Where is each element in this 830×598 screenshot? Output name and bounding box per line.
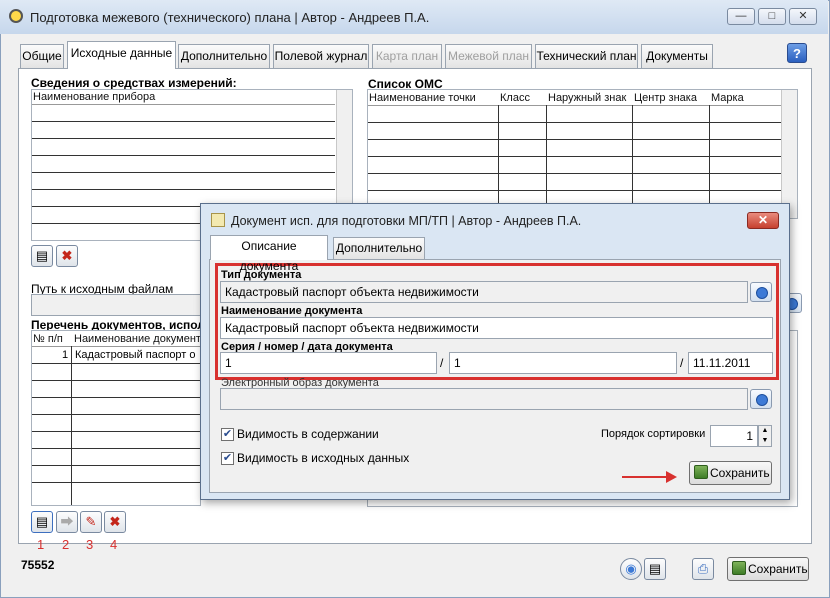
doc-type-field[interactable]: Кадастровый паспорт объекта недвижимости — [220, 281, 748, 303]
arrow-head — [666, 471, 677, 483]
edit-document-icon[interactable]: ✎ — [80, 511, 102, 533]
tab-general[interactable]: Общие — [20, 44, 64, 68]
date-field[interactable]: 11.11.2011 — [688, 352, 773, 374]
tab-dialog-additional[interactable]: Дополнительно — [333, 237, 425, 259]
dialog-close-button[interactable]: ✕ — [747, 212, 779, 229]
table-row-num[interactable]: 1 — [62, 349, 68, 361]
visible-source-label: Видимость в исходных данных — [237, 451, 410, 465]
annotation-number-4: 4 — [110, 537, 118, 552]
oms-scrollbar[interactable] — [781, 90, 797, 218]
doc-name-label: Наименование документа — [221, 305, 363, 317]
oms-col-point-name: Наименование точки — [369, 92, 476, 104]
report-icon[interactable]: ▤ — [644, 558, 666, 580]
dialog-save-button[interactable]: Сохранить — [689, 461, 772, 485]
window-title: Подготовка межевого (технического) плана… — [30, 10, 430, 25]
tab-source-data[interactable]: Исходные данные — [67, 41, 176, 69]
annotation-number-2: 2 — [62, 537, 70, 552]
doc-type-select-icon[interactable] — [750, 282, 772, 302]
visible-content-label: Видимость в содержании — [237, 427, 379, 441]
doc-list-col-name: Наименование документ — [74, 333, 201, 345]
source-path-field[interactable] — [31, 294, 201, 316]
tab-document-description[interactable]: Описание документа — [210, 235, 328, 273]
visible-content-checkbox[interactable]: ✔ — [221, 428, 234, 441]
save-icon — [732, 561, 746, 575]
arrow-line — [622, 476, 670, 478]
dialog-icon — [211, 213, 225, 227]
table-row-name[interactable]: Кадастровый паспорт о — [75, 349, 196, 361]
open-document-icon[interactable]: ⮕ — [56, 511, 78, 533]
delete-instrument-icon[interactable]: ✖ — [56, 245, 78, 267]
maximize-button[interactable]: □ — [758, 8, 786, 25]
save-button[interactable]: Сохранить — [727, 557, 809, 581]
add-instrument-icon[interactable]: ▤ — [31, 245, 53, 267]
sort-order-label: Порядок сортировки — [601, 428, 706, 440]
annotation-number-3: 3 — [86, 537, 94, 552]
doc-name-field[interactable]: Кадастровый паспорт объекта недвижимости — [220, 317, 773, 339]
sort-order-stepper[interactable]: ▲ ▼ — [758, 425, 772, 447]
oms-col-center-mark: Центр знака — [634, 92, 697, 104]
annotation-number-1: 1 — [37, 537, 45, 552]
dialog-save-icon — [694, 465, 708, 479]
image-field[interactable] — [220, 388, 748, 410]
tab-additional[interactable]: Дополнительно — [178, 44, 270, 68]
dialog-save-label: Сохранить — [710, 466, 770, 480]
doc-list-col-num: № п/п — [33, 333, 63, 345]
oms-col-class: Класс — [500, 92, 530, 104]
refresh-icon[interactable]: ◉ — [620, 558, 642, 580]
oms-grid[interactable] — [367, 89, 798, 219]
minimize-button[interactable]: — — [727, 8, 755, 25]
record-id: 75552 — [21, 558, 55, 572]
series-separator-1: / — [440, 356, 444, 370]
instruments-column-header: Наименование прибора — [33, 91, 156, 103]
image-select-icon[interactable] — [750, 389, 772, 409]
number-field[interactable]: 1 — [449, 352, 677, 374]
add-document-icon[interactable]: ▤ — [31, 511, 53, 533]
dialog-title: Документ исп. для подготовки МП/ТП | Авт… — [231, 214, 582, 228]
tab-field-journal[interactable]: Полевой журнал — [273, 44, 369, 68]
delete-document-icon[interactable]: ✖ — [104, 511, 126, 533]
tab-technical-plan[interactable]: Технический план — [535, 44, 638, 68]
series-field[interactable]: 1 — [220, 352, 437, 374]
tab-map-plan: Карта план — [372, 44, 442, 68]
oms-col-brand: Марка — [711, 92, 744, 104]
help-button[interactable]: ? — [787, 43, 807, 63]
instruments-title: Сведения о средствах измерений: — [31, 76, 237, 90]
sort-order-field[interactable]: 1 — [710, 425, 758, 447]
oms-col-outer-mark: Наружный знак — [548, 92, 627, 104]
close-button[interactable]: ✕ — [789, 8, 817, 25]
visible-source-checkbox[interactable]: ✔ — [221, 452, 234, 465]
print-icon[interactable]: ⎙ — [692, 558, 714, 580]
document-dialog: Документ исп. для подготовки МП/ТП | Авт… — [200, 203, 790, 500]
app-icon — [9, 9, 23, 23]
series-separator-2: / — [680, 356, 684, 370]
tab-boundary-plan: Межевой план — [445, 44, 532, 68]
save-button-label: Сохранить — [748, 562, 808, 576]
tab-documents[interactable]: Документы — [641, 44, 713, 68]
